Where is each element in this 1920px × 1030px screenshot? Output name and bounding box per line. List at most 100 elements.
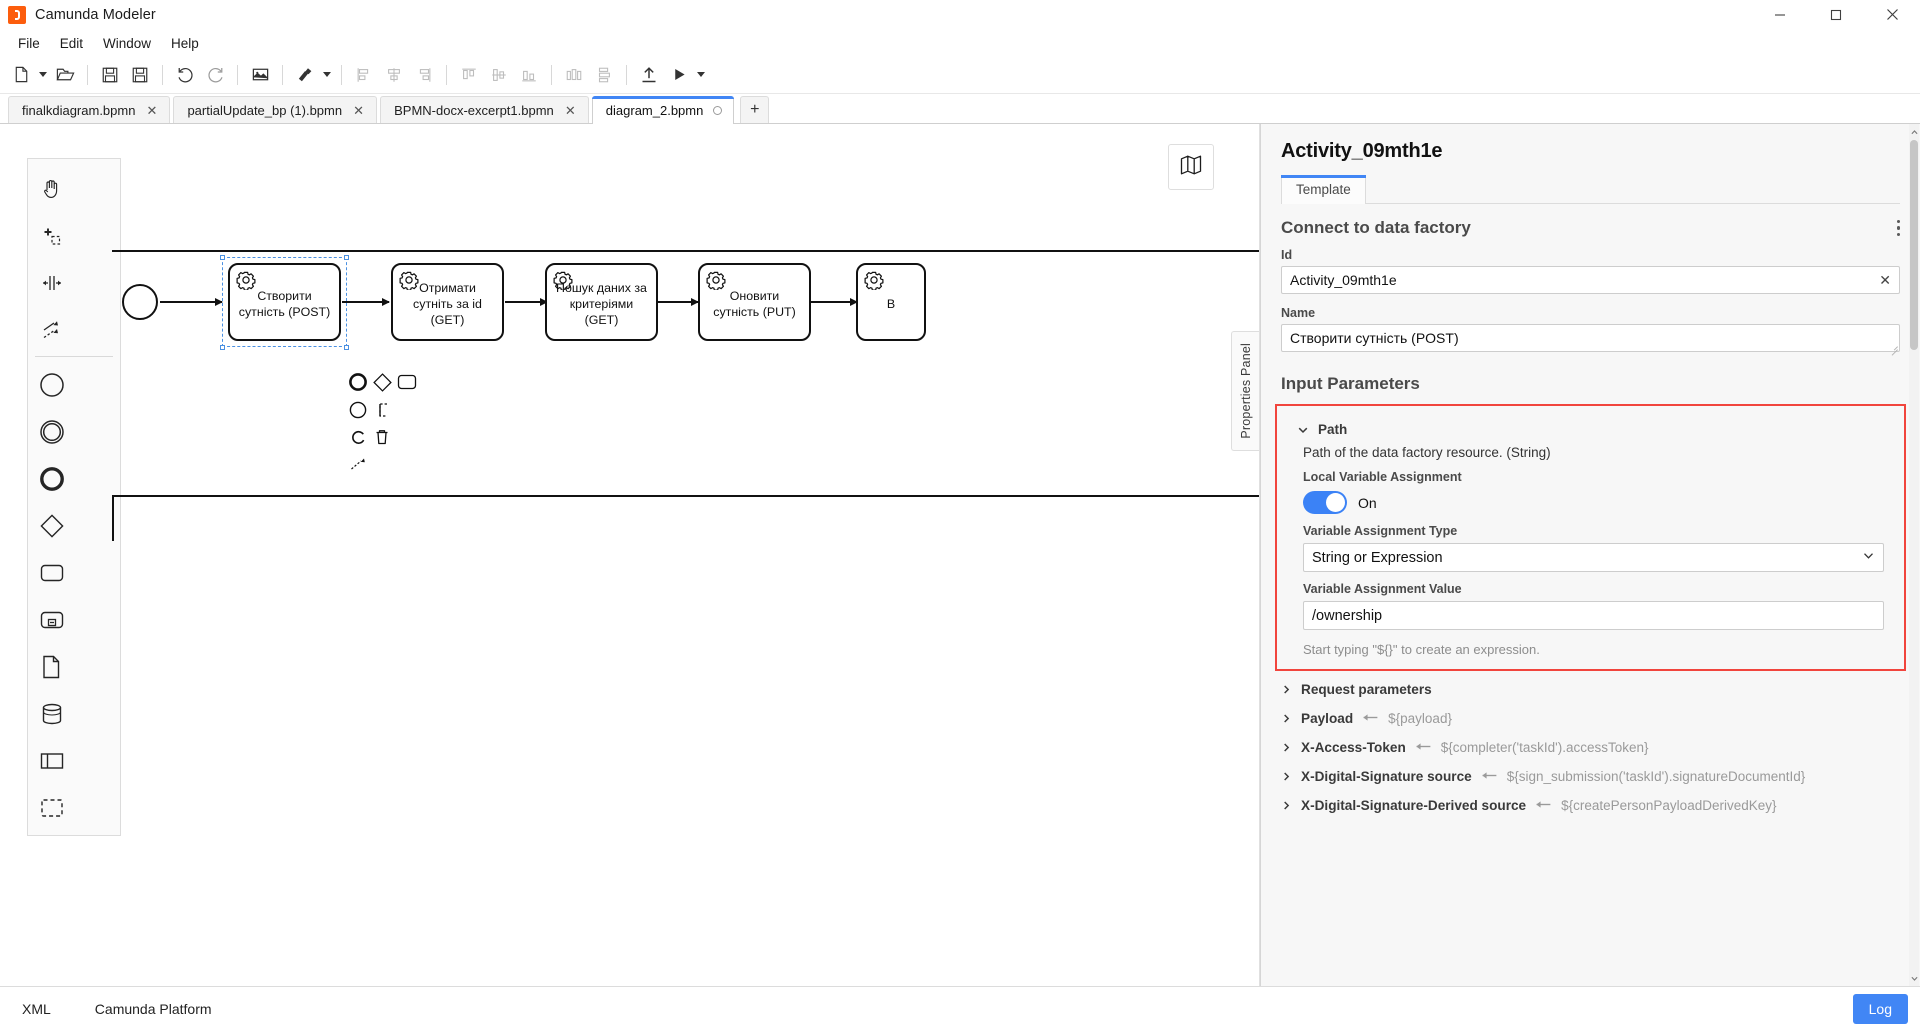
pool-border-bottom [112, 495, 1259, 497]
start-event[interactable] [122, 284, 158, 320]
replace-action[interactable] [347, 426, 369, 448]
parameter-x-digital-signature-derived-source[interactable]: X-Digital-Signature-Derived source ${cre… [1261, 791, 1920, 820]
distribute-horizontal-button[interactable] [559, 60, 589, 90]
save-as-button[interactable] [125, 60, 155, 90]
rounded-rect-icon[interactable] [28, 549, 75, 596]
parameter-payload[interactable]: Payload ${payload} [1261, 704, 1920, 733]
selection-handle[interactable] [220, 345, 225, 350]
double-circle-icon[interactable] [28, 408, 75, 455]
properties-scrollbar[interactable] [1909, 124, 1919, 986]
parameter-x-access-token[interactable]: X-Access-Token ${completer('taskId').acc… [1261, 733, 1920, 762]
align-left-button[interactable] [349, 60, 379, 90]
close-icon[interactable]: ✕ [352, 104, 365, 117]
task-partial[interactable]: В [856, 263, 926, 341]
close-icon[interactable]: ✕ [564, 104, 577, 117]
sequence-flow[interactable] [658, 297, 699, 306]
align-middle-button[interactable] [484, 60, 514, 90]
append-end-event-action[interactable] [347, 371, 369, 393]
tab-partialupdate[interactable]: partialUpdate_bp (1).bpmn ✕ [173, 96, 378, 123]
document-icon[interactable] [28, 643, 75, 690]
align-bottom-button[interactable] [514, 60, 544, 90]
pool-icon[interactable] [28, 737, 75, 784]
space-tool-icon[interactable] [28, 259, 75, 306]
append-intermediate-event-action[interactable] [347, 399, 369, 421]
connect-action[interactable] [347, 452, 369, 474]
open-file-button[interactable] [50, 60, 80, 90]
connect-icon[interactable] [28, 306, 75, 353]
align-right-button[interactable] [409, 60, 439, 90]
selection-handle[interactable] [344, 255, 349, 260]
hand-icon[interactable] [28, 165, 75, 212]
task-update-entity[interactable]: Оновити сутність (PUT) [698, 263, 811, 341]
xml-tab-button[interactable]: XML [14, 996, 59, 1022]
tab-diagram-2[interactable]: diagram_2.bpmn [591, 96, 735, 124]
kebab-menu-icon[interactable] [1896, 219, 1900, 237]
minimap-toggle-button[interactable] [1168, 144, 1214, 190]
group-icon[interactable] [28, 784, 75, 831]
scroll-up-icon[interactable] [1909, 126, 1919, 138]
align-tools-dropdown[interactable] [320, 60, 334, 90]
scrollbar-thumb[interactable] [1910, 140, 1918, 350]
subprocess-icon[interactable] [28, 596, 75, 643]
local-variable-assignment-toggle[interactable] [1303, 491, 1347, 514]
minimize-icon[interactable] [1752, 0, 1808, 30]
save-button[interactable] [95, 60, 125, 90]
parameter-x-digital-signature-source[interactable]: X-Digital-Signature source ${sign_submis… [1261, 762, 1920, 791]
path-accordion-header[interactable]: Path [1277, 416, 1904, 443]
selection-handle[interactable] [344, 345, 349, 350]
run-dropdown[interactable] [694, 60, 708, 90]
menu-help[interactable]: Help [161, 33, 209, 54]
deploy-button[interactable] [634, 60, 664, 90]
delete-action[interactable] [371, 426, 393, 448]
resize-handle-icon[interactable] [1890, 342, 1898, 350]
variable-assignment-type-select[interactable]: String or Expression [1303, 543, 1884, 572]
align-center-h-button[interactable] [379, 60, 409, 90]
maximize-icon[interactable] [1808, 0, 1864, 30]
parameter-request-parameters[interactable]: Request parameters [1261, 675, 1920, 704]
task-get-entity-by-id[interactable]: Отримати сутніть за id (GET) [391, 263, 504, 341]
template-group-header[interactable]: Connect to data factory [1261, 204, 1920, 244]
tab-bpmn-docx-excerpt1[interactable]: BPMN-docx-excerpt1.bpmn ✕ [380, 96, 589, 123]
redo-button[interactable] [200, 60, 230, 90]
menu-edit[interactable]: Edit [50, 33, 93, 54]
id-field[interactable]: Activity_09mth1e ✕ [1281, 266, 1900, 294]
export-image-button[interactable] [245, 60, 275, 90]
menu-window[interactable]: Window [93, 33, 161, 54]
align-tools-button[interactable] [290, 60, 320, 90]
sequence-flow[interactable] [160, 297, 223, 306]
tab-template[interactable]: Template [1281, 175, 1366, 204]
engine-profile-button[interactable]: Camunda Platform [87, 996, 220, 1022]
name-field[interactable]: Створити сутність (POST) [1281, 324, 1900, 352]
append-text-annotation-action[interactable] [373, 399, 395, 421]
scroll-down-icon[interactable] [1909, 972, 1919, 984]
new-diagram-button[interactable] [6, 60, 36, 90]
run-button[interactable] [664, 60, 694, 90]
lasso-icon[interactable] [28, 212, 75, 259]
sequence-flow[interactable] [505, 297, 548, 306]
close-icon[interactable]: ✕ [145, 104, 158, 117]
thick-circle-icon[interactable] [28, 455, 75, 502]
selection-handle[interactable] [220, 255, 225, 260]
properties-panel-toggle[interactable]: Properties Panel [1231, 331, 1259, 451]
append-task-action[interactable] [396, 371, 418, 393]
clear-icon[interactable]: ✕ [1879, 273, 1891, 287]
undo-button[interactable] [170, 60, 200, 90]
menu-file[interactable]: File [8, 33, 50, 54]
new-tab-button[interactable]: + [740, 96, 770, 123]
variable-assignment-value-input[interactable]: /ownership [1303, 601, 1884, 630]
sequence-flow[interactable] [342, 297, 390, 306]
distribute-vertical-button[interactable] [589, 60, 619, 90]
sequence-flow[interactable] [811, 297, 858, 306]
close-icon[interactable] [1864, 0, 1920, 30]
align-top-button[interactable] [454, 60, 484, 90]
diamond-icon[interactable] [28, 502, 75, 549]
tab-finalkdiagram[interactable]: finalkdiagram.bpmn ✕ [8, 96, 171, 123]
new-diagram-dropdown[interactable] [36, 60, 50, 90]
collapsed-parameters-list: Request parameters Payload ${payload} X-… [1261, 671, 1920, 820]
log-button[interactable]: Log [1852, 993, 1908, 1024]
bpmn-canvas[interactable]: Створити сутність (POST) Отримати сутніт… [0, 124, 1260, 986]
task-search-data[interactable]: Пошук даних за критеріями (GET) [545, 263, 658, 341]
database-icon[interactable] [28, 690, 75, 737]
circle-icon[interactable] [28, 361, 75, 408]
append-gateway-action[interactable] [371, 371, 393, 393]
